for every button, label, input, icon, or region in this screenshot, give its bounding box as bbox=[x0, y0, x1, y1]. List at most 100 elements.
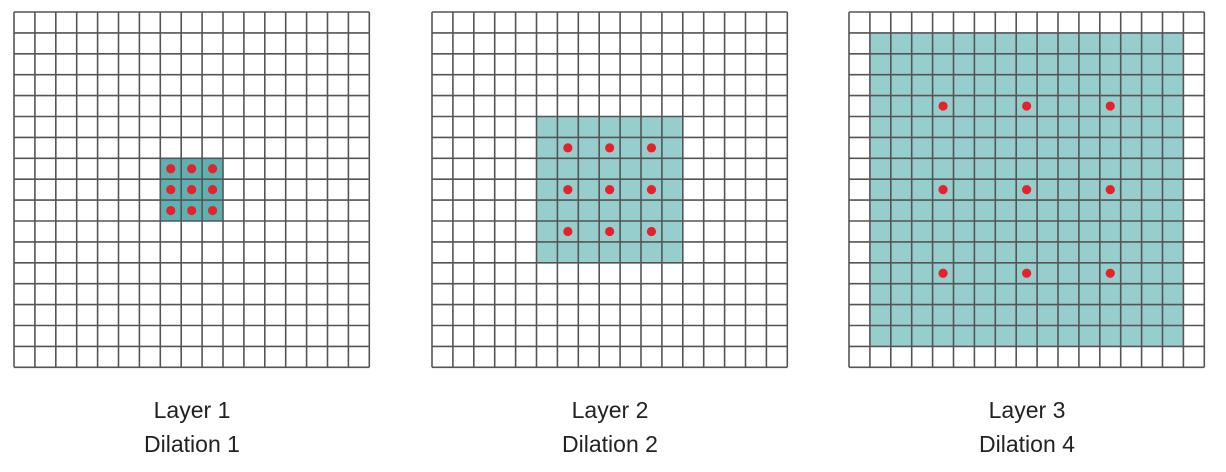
receptive-cell bbox=[1120, 95, 1142, 117]
receptive-cell bbox=[1162, 325, 1184, 347]
receptive-cell bbox=[953, 95, 975, 117]
receptive-cell bbox=[1037, 32, 1058, 54]
receptive-cell bbox=[1162, 95, 1184, 117]
receptive-cell bbox=[1078, 283, 1100, 305]
receptive-cell bbox=[641, 241, 662, 263]
receptive-cell bbox=[932, 32, 954, 54]
receptive-cell bbox=[1162, 262, 1184, 284]
sample-dot bbox=[207, 164, 218, 174]
receptive-cell bbox=[953, 241, 975, 263]
receptive-cell bbox=[974, 179, 996, 201]
receptive-cell bbox=[869, 53, 891, 75]
receptive-cell bbox=[536, 200, 558, 221]
receptive-cell bbox=[578, 200, 600, 221]
receptive-cell bbox=[1037, 179, 1058, 201]
receptive-cell bbox=[974, 116, 996, 138]
receptive-cell bbox=[1162, 283, 1184, 305]
receptive-cell bbox=[620, 137, 641, 159]
receptive-cell bbox=[1141, 304, 1163, 326]
receptive-cell bbox=[620, 179, 641, 201]
receptive-cell bbox=[1120, 200, 1142, 221]
receptive-cell bbox=[932, 53, 954, 75]
receptive-cell bbox=[1037, 53, 1058, 75]
sample-dot bbox=[207, 185, 218, 195]
panel-layer-1: Layer 1 Dilation 1 bbox=[2, 0, 382, 472]
sample-dot bbox=[646, 185, 657, 195]
receptive-cell bbox=[974, 304, 996, 326]
dilation-label: Dilation 1 bbox=[144, 431, 240, 457]
receptive-cell bbox=[1037, 283, 1058, 305]
receptive-cell bbox=[890, 158, 912, 180]
receptive-cell bbox=[890, 304, 912, 326]
receptive-cell bbox=[557, 241, 579, 263]
receptive-cell bbox=[1037, 95, 1058, 117]
receptive-cell bbox=[869, 241, 891, 263]
sample-dot bbox=[1022, 268, 1032, 278]
receptive-cell bbox=[1162, 74, 1184, 96]
layer-label: Layer 2 bbox=[571, 397, 649, 423]
receptive-cell bbox=[1016, 158, 1038, 180]
receptive-cell bbox=[869, 179, 891, 201]
receptive-cell bbox=[1016, 304, 1038, 326]
receptive-cell bbox=[995, 304, 1017, 326]
receptive-cell bbox=[1016, 53, 1038, 75]
receptive-cell bbox=[869, 200, 891, 221]
receptive-cell bbox=[995, 32, 1017, 54]
sample-dot bbox=[1022, 185, 1032, 195]
receptive-cell bbox=[1162, 304, 1184, 326]
receptive-cell bbox=[995, 241, 1017, 263]
receptive-cell bbox=[1016, 200, 1038, 221]
receptive-cell bbox=[911, 137, 933, 159]
receptive-cell bbox=[1037, 137, 1058, 159]
receptive-cell bbox=[578, 116, 600, 138]
receptive-cell bbox=[641, 116, 662, 138]
receptive-cell bbox=[974, 325, 996, 347]
receptive-cell bbox=[1162, 179, 1184, 201]
sample-dot bbox=[166, 185, 176, 195]
sample-dot bbox=[1105, 268, 1115, 278]
receptive-cell bbox=[1078, 95, 1100, 117]
receptive-cell bbox=[1078, 221, 1100, 242]
sample-dot bbox=[1105, 185, 1115, 195]
receptive-cell bbox=[1120, 32, 1142, 54]
receptive-cell bbox=[974, 262, 996, 284]
receptive-cell bbox=[661, 137, 683, 159]
receptive-cell bbox=[1120, 116, 1142, 138]
receptive-cell bbox=[974, 200, 996, 221]
receptive-cell bbox=[1037, 116, 1058, 138]
receptive-cell bbox=[1058, 74, 1079, 96]
receptive-cell bbox=[1120, 137, 1142, 159]
receptive-cell bbox=[953, 74, 975, 96]
receptive-cell bbox=[1016, 137, 1038, 159]
receptive-cell bbox=[1078, 53, 1100, 75]
receptive-cell bbox=[578, 241, 600, 263]
receptive-cell bbox=[1141, 158, 1163, 180]
panel-layer-3: Layer 3 Dilation 4 bbox=[837, 0, 1217, 472]
sample-dot bbox=[166, 164, 176, 174]
receptive-cell bbox=[953, 53, 975, 75]
sample-dot bbox=[605, 185, 615, 195]
receptive-cell bbox=[953, 221, 975, 242]
receptive-cell bbox=[911, 158, 933, 180]
receptive-cell bbox=[1141, 137, 1163, 159]
layer-label: Layer 1 bbox=[153, 397, 231, 423]
receptive-cell bbox=[890, 116, 912, 138]
receptive-cell bbox=[1037, 74, 1058, 96]
receptive-cell bbox=[911, 32, 933, 54]
receptive-cell bbox=[890, 179, 912, 201]
receptive-cell bbox=[953, 200, 975, 221]
receptive-cell bbox=[1037, 241, 1058, 263]
receptive-cell bbox=[1162, 116, 1184, 138]
sample-dot bbox=[187, 205, 197, 216]
sample-dot bbox=[605, 226, 615, 237]
receptive-cell bbox=[1016, 241, 1038, 263]
receptive-cell bbox=[536, 116, 558, 138]
receptive-cell bbox=[1058, 200, 1079, 221]
receptive-cell bbox=[869, 74, 891, 96]
receptive-cell bbox=[536, 179, 558, 201]
receptive-cell bbox=[599, 116, 621, 138]
receptive-cell bbox=[995, 283, 1017, 305]
receptive-cell bbox=[661, 200, 683, 221]
receptive-cell bbox=[1120, 158, 1142, 180]
receptive-cell bbox=[620, 116, 641, 138]
